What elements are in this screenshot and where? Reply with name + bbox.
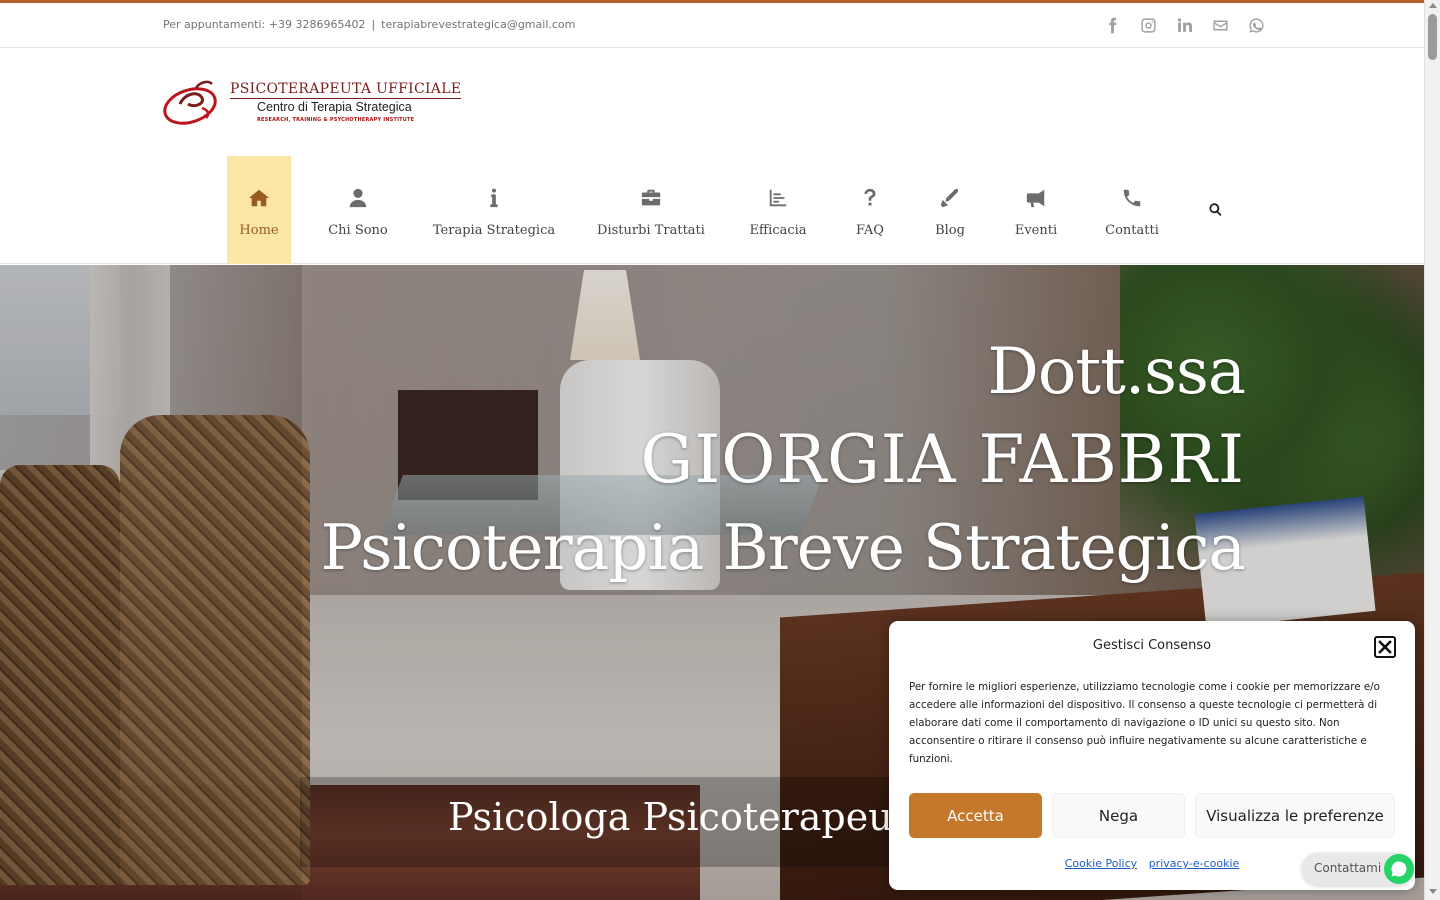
consent-title: Gestisci Consenso	[1092, 638, 1212, 653]
facebook-icon[interactable]	[1102, 15, 1122, 35]
info-icon	[483, 186, 505, 210]
consent-text: Per fornire le migliori esperienze, util…	[909, 681, 1380, 765]
megaphone-icon	[1025, 186, 1047, 210]
accept-button[interactable]: Accetta	[909, 793, 1042, 838]
phone-text: Per appuntamenti: +39 3286965402	[163, 18, 366, 31]
deny-button[interactable]: Nega	[1052, 793, 1185, 838]
logo-mark-icon	[163, 80, 217, 125]
privacy-link[interactable]: privacy-e-cookie	[1149, 857, 1240, 870]
close-icon[interactable]	[1374, 636, 1396, 658]
scroll-down-arrow-icon[interactable]	[1429, 889, 1437, 894]
nav-label: Disturbi Trattati	[597, 223, 705, 238]
nav-label: Eventi	[1014, 223, 1058, 238]
nav-label: Chi Sono	[328, 223, 388, 238]
nav-item-blog[interactable]: Blog	[923, 156, 977, 264]
main-nav: Home Chi Sono Terapia Strategica Disturb…	[227, 156, 1169, 264]
nav-item-terapia-strategica[interactable]: Terapia Strategica	[425, 156, 563, 264]
nav-label: Blog	[935, 223, 965, 238]
view-preferences-button[interactable]: Visualizza le preferenze	[1195, 793, 1395, 838]
nav-label: Home	[239, 223, 279, 238]
whatsapp-icon[interactable]	[1384, 854, 1414, 884]
nav-label: Efficacia	[749, 223, 807, 238]
contact-info: Per appuntamenti: +39 3286965402 | terapia…	[163, 18, 575, 31]
user-icon	[347, 186, 369, 210]
nav-item-faq[interactable]: FAQ	[817, 156, 923, 264]
home-icon	[248, 186, 270, 210]
nav-item-home[interactable]: Home	[227, 156, 291, 264]
pen-icon	[939, 186, 961, 210]
nav-label: Terapia Strategica	[432, 223, 556, 238]
nav-label: FAQ	[856, 223, 884, 238]
hero-line-title: Dott.ssa	[987, 335, 1246, 409]
hero-heading: Dott.ssa GIORGIA FABBRI Psicoterapia Bre…	[320, 328, 1246, 592]
briefcase-icon	[640, 186, 662, 210]
whatsapp-widget[interactable]: Contattami	[1302, 853, 1414, 885]
hero-subtitle: Psicologa Psicoterapeuta	[448, 795, 931, 839]
scroll-thumb[interactable]	[1428, 14, 1437, 60]
site-logo[interactable]: PSICOTERAPEUTA UFFICIALE Centro di Terap…	[162, 76, 462, 126]
separator: |	[371, 18, 376, 31]
nav-item-efficacia[interactable]: Efficacia	[739, 156, 817, 264]
nav-item-disturbi-trattati[interactable]: Disturbi Trattati	[563, 156, 739, 264]
nav-label: Contatti	[1105, 223, 1159, 238]
linkedin-icon[interactable]	[1174, 15, 1194, 35]
logo-title: PSICOTERAPEUTA UFFICIALE	[230, 81, 462, 99]
hero-line-name: GIORGIA FABBRI	[640, 421, 1245, 498]
search-icon[interactable]	[1208, 202, 1224, 218]
page-scrollbar[interactable]	[1424, 0, 1440, 900]
logo-tagline: RESEARCH, TRAINING & PSYCHOTHERAPY INSTI…	[257, 117, 415, 123]
hero-line-specialty: Psicoterapia Breve Strategica	[320, 511, 1246, 584]
cookie-consent-dialog: Gestisci Consenso Per fornire le miglior…	[889, 621, 1415, 890]
social-icons	[1102, 15, 1266, 35]
whatsapp-icon[interactable]	[1246, 15, 1266, 35]
phone-icon	[1121, 186, 1143, 210]
whatsapp-label: Contattami	[1314, 861, 1382, 875]
mail-icon[interactable]	[1210, 15, 1230, 35]
instagram-icon[interactable]	[1138, 15, 1158, 35]
site-header: PSICOTERAPEUTA UFFICIALE Centro di Terap…	[0, 48, 1424, 264]
nav-item-eventi[interactable]: Eventi	[977, 156, 1095, 264]
email-link[interactable]: terapiabrevestrategica@gmail.com	[381, 18, 575, 31]
cookie-policy-link[interactable]: Cookie Policy	[1065, 857, 1137, 870]
logo-subtitle: Centro di Terapia Strategica	[257, 100, 412, 114]
nav-item-contatti[interactable]: Contatti	[1095, 156, 1169, 264]
top-bar: Per appuntamenti: +39 3286965402 | terapia…	[0, 0, 1424, 48]
nav-item-chi-sono[interactable]: Chi Sono	[291, 156, 425, 264]
scroll-up-arrow-icon[interactable]	[1429, 3, 1437, 8]
bar-chart-icon	[767, 186, 789, 210]
question-icon	[859, 186, 881, 210]
